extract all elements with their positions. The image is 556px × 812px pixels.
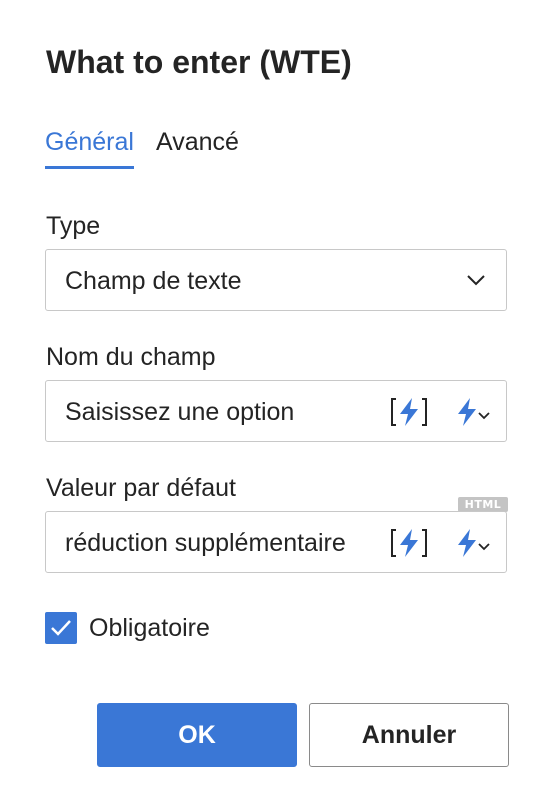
required-checkbox[interactable] bbox=[45, 612, 77, 644]
type-select-value: Champ de texte bbox=[65, 267, 242, 295]
tab-advanced-label: Avancé bbox=[156, 128, 239, 156]
field-name-label: Nom du champ bbox=[46, 343, 216, 371]
chevron-down-icon bbox=[467, 275, 485, 286]
default-value-text: réduction supplémentaire bbox=[65, 529, 346, 557]
tab-general-label: Général bbox=[45, 128, 134, 156]
tab-advanced[interactable]: Avancé bbox=[156, 126, 239, 158]
dynamic-content-bracket-icon[interactable] bbox=[390, 527, 428, 559]
html-badge: HTML bbox=[458, 497, 508, 512]
default-value-label: Valeur par défaut bbox=[46, 474, 236, 502]
dynamic-content-bracket-icon[interactable] bbox=[390, 396, 428, 428]
ok-button[interactable]: OK bbox=[97, 703, 297, 767]
field-name-value: Saisissez une option bbox=[65, 398, 295, 426]
checkmark-icon bbox=[51, 620, 71, 636]
tab-general[interactable]: Général bbox=[45, 126, 134, 169]
required-label: Obligatoire bbox=[89, 614, 210, 642]
type-label: Type bbox=[46, 212, 101, 240]
type-select[interactable]: Champ de texte bbox=[45, 249, 507, 311]
active-tab-indicator bbox=[45, 166, 134, 169]
dialog-title: What to enter (WTE) bbox=[46, 44, 352, 80]
field-name-input[interactable]: Saisissez une option bbox=[45, 380, 507, 442]
default-value-input[interactable]: réduction supplémentaire bbox=[45, 511, 507, 573]
lightning-dropdown-icon[interactable] bbox=[454, 527, 492, 559]
cancel-button[interactable]: Annuler bbox=[309, 703, 509, 767]
lightning-dropdown-icon[interactable] bbox=[454, 396, 492, 428]
